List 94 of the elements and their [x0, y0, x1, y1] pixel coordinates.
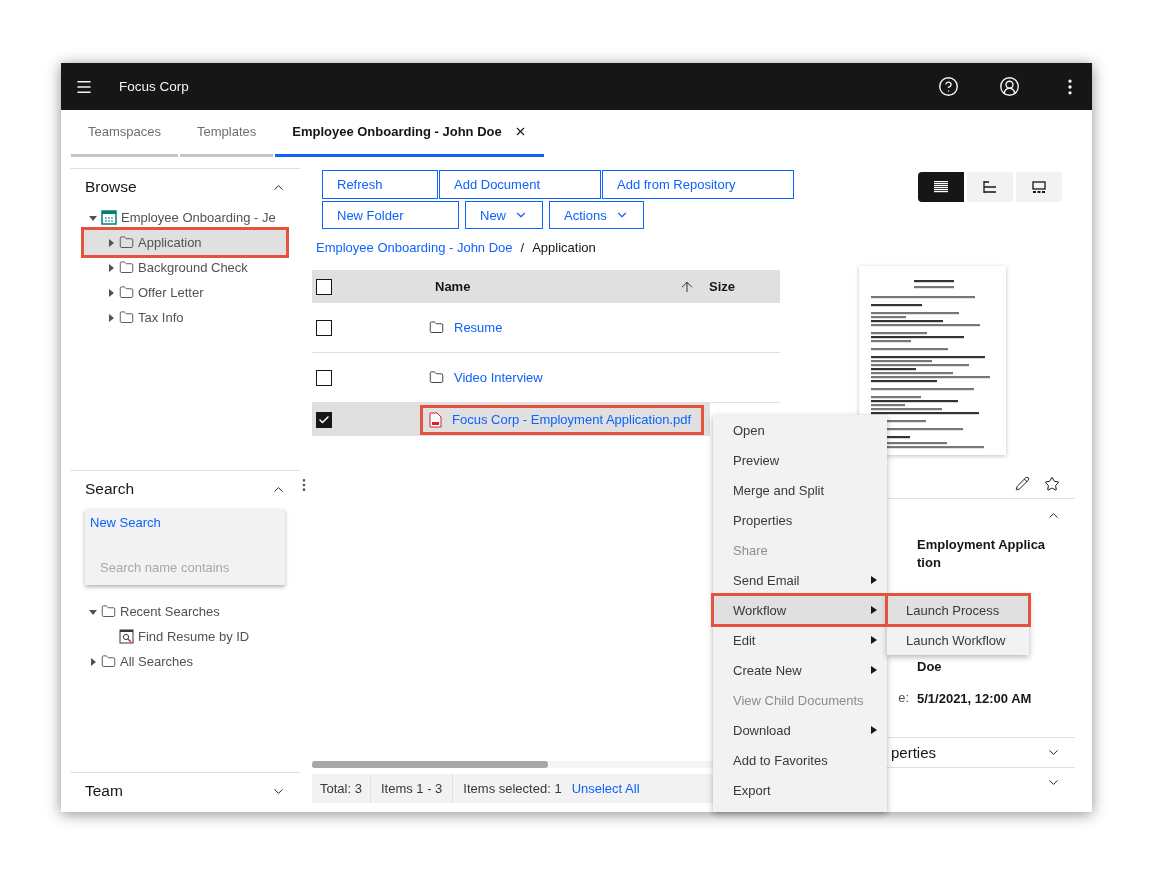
folder-icon [119, 235, 134, 250]
row-checkbox[interactable] [316, 319, 332, 336]
panel-title: Team [85, 782, 123, 800]
caret-icon[interactable] [106, 262, 116, 273]
breadcrumb-separator: / [520, 239, 525, 255]
document-thumbnail[interactable] [859, 266, 1006, 455]
column-header[interactable]: Name [435, 278, 695, 295]
tree-view-icon [983, 180, 997, 194]
menu-item[interactable]: Launch Process [887, 595, 1029, 625]
folder-icon [429, 370, 444, 385]
file-name-link[interactable]: Focus Corp - Employment Application.pdf [452, 412, 692, 427]
status-text: Items selected: 1 [462, 780, 563, 798]
tree-item[interactable]: Find Resume by ID [70, 624, 300, 649]
pdf-file-icon [429, 411, 442, 428]
field-value: Employment Application [917, 536, 1047, 572]
row-checkbox[interactable] [316, 369, 332, 386]
breadcrumb-link[interactable]: Employee Onboarding - John Doe [316, 239, 513, 255]
menu-item[interactable]: Send Email [713, 565, 887, 595]
tree-item[interactable]: Offer Letter [70, 280, 300, 305]
menu-item[interactable]: Export [713, 775, 887, 805]
table-row[interactable]: Focus Corp - Employment Application.pdf [312, 403, 710, 436]
file-name-link[interactable]: Video Interview [454, 370, 543, 385]
user-icon[interactable] [999, 76, 1020, 97]
tree-item[interactable]: Employee Onboarding - Je [70, 205, 300, 230]
filmstrip-view-icon [1032, 180, 1046, 194]
section-title: perties [891, 744, 937, 761]
submenu-caret-icon [871, 666, 877, 674]
tree-item[interactable]: Recent Searches [70, 599, 300, 624]
folder-icon [119, 310, 134, 325]
menu-item[interactable]: Preview [713, 445, 887, 475]
submenu-caret-icon [871, 636, 877, 644]
file-name-link[interactable]: Resume [454, 320, 503, 335]
tab[interactable]: Employee Onboarding - John Doe [275, 110, 544, 157]
search-name-field[interactable]: Search name contains [90, 556, 280, 579]
search-field[interactable]: New Search Search name contains [85, 509, 285, 585]
saved-search-icon [119, 629, 134, 644]
new-search-link[interactable]: New Search [90, 515, 280, 530]
tree-item[interactable]: Background Check [70, 255, 300, 280]
panel-title: Browse [85, 178, 137, 196]
app-title: Focus Corp [119, 79, 190, 94]
submenu-caret-icon [871, 576, 877, 584]
menu-item[interactable]: Edit [713, 625, 887, 655]
table-row[interactable]: Resume [312, 303, 710, 352]
view-toggle-button[interactable] [1016, 172, 1062, 202]
menu-item[interactable]: Add to Favorites [713, 745, 887, 775]
menu-item[interactable]: Create New [713, 655, 887, 685]
list-view-icon [934, 181, 948, 193]
caret-icon[interactable] [106, 237, 116, 248]
star-icon[interactable] [1044, 476, 1060, 492]
dropdown-button[interactable]: Actions [549, 201, 644, 229]
menu-item[interactable]: Merge and Split [713, 475, 887, 505]
toolbar-button[interactable]: Refresh [322, 170, 438, 199]
unselect-all-link[interactable]: Unselect All [571, 781, 640, 796]
view-toggle-button[interactable] [918, 172, 964, 202]
status-text: Items 1 - 3 [370, 774, 454, 803]
field-value: 5/1/2021, 12:00 AM [917, 690, 1033, 708]
help-icon[interactable] [938, 76, 959, 97]
folder-icon [119, 260, 134, 275]
panel-title: Search [85, 480, 135, 498]
menu-item[interactable]: Workflow [713, 595, 887, 625]
select-all-checkbox[interactable] [316, 278, 332, 295]
folder-icon [101, 604, 116, 619]
folder-icon [101, 654, 116, 669]
table-row[interactable]: Video Interview [312, 353, 710, 402]
tab[interactable]: Teamspaces [71, 110, 178, 157]
row-checkbox[interactable] [316, 411, 332, 428]
caret-icon[interactable] [88, 656, 98, 667]
column-header[interactable]: Size [709, 279, 769, 294]
menu-item[interactable]: Properties [713, 505, 887, 535]
teamspace-icon [101, 210, 117, 225]
submenu-caret-icon [871, 726, 877, 734]
folder-icon [119, 285, 134, 300]
tab[interactable]: Templates [180, 110, 274, 157]
field-value: Doe [917, 658, 943, 676]
view-toggle-button[interactable] [967, 172, 1013, 202]
check-icon [318, 413, 330, 426]
menu-item[interactable]: Launch Workflow [887, 625, 1029, 655]
dropdown-button[interactable]: New [465, 201, 543, 229]
status-text: Total: 3 [312, 774, 371, 803]
scrollbar-thumb[interactable] [312, 761, 548, 768]
toolbar-button[interactable]: Add Document [439, 170, 601, 199]
tree-item[interactable]: Application [84, 230, 286, 255]
toolbar-button[interactable]: Add from Repository [602, 170, 794, 199]
submenu-caret-icon [871, 606, 877, 614]
toolbar-button[interactable]: New Folder [322, 201, 459, 229]
folder-icon [429, 320, 444, 335]
menu-item[interactable]: Download [713, 715, 887, 745]
menu-item[interactable]: Open [713, 415, 887, 445]
tree-item[interactable]: Tax Info [70, 305, 300, 330]
caret-icon[interactable] [106, 312, 116, 323]
breadcrumb-current: Application [532, 239, 596, 255]
edit-icon[interactable] [1015, 476, 1030, 492]
caret-icon[interactable] [106, 287, 116, 298]
tree-item[interactable]: All Searches [70, 649, 300, 674]
